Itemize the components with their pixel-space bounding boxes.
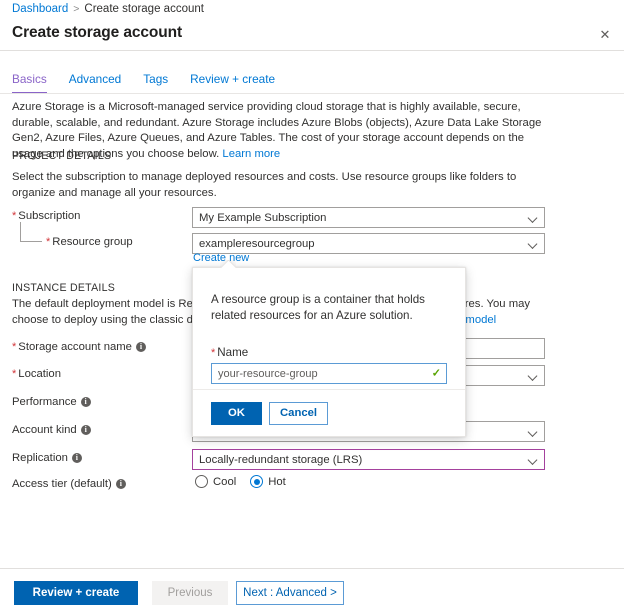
tab-review-create[interactable]: Review + create bbox=[190, 72, 275, 94]
label-subscription: * Subscription bbox=[12, 210, 80, 222]
page-title: Create storage account bbox=[12, 24, 183, 41]
info-icon[interactable]: i bbox=[71, 453, 82, 463]
previous-button: Previous bbox=[152, 580, 228, 605]
resource-group-name-input[interactable]: your-resource-group ✓ bbox=[211, 363, 447, 384]
ok-button[interactable]: OK bbox=[211, 401, 262, 425]
callout-body: A resource group is a container that hol… bbox=[193, 268, 465, 384]
required-indicator: * bbox=[12, 341, 17, 353]
breadcrumb: Dashboard > Create storage account bbox=[12, 3, 204, 15]
callout-arrow bbox=[220, 260, 236, 268]
label-location-text: Location bbox=[18, 368, 61, 380]
required-indicator: * bbox=[12, 368, 17, 380]
subscription-dropdown[interactable]: My Example Subscription bbox=[192, 207, 545, 228]
label-replication: Replication i bbox=[12, 452, 82, 464]
callout-name-label-text: Name bbox=[217, 346, 249, 359]
label-access-tier: Access tier (default) i bbox=[12, 478, 126, 490]
section-heading-instance-details: INSTANCE DETAILS bbox=[12, 282, 116, 294]
section-heading-project-details: PROJECT DETAILS bbox=[12, 150, 112, 162]
label-account-kind: Account kind i bbox=[12, 424, 91, 436]
required-indicator: * bbox=[12, 210, 17, 222]
access-tier-option-cool-label: Cool bbox=[213, 475, 237, 488]
replication-value: Locally-redundant storage (LRS) bbox=[199, 453, 363, 466]
label-resource-group: * Resource group bbox=[46, 236, 133, 248]
tab-bar: Basics Advanced Tags Review + create bbox=[12, 68, 297, 94]
label-storage-account-name-text: Storage account name bbox=[18, 341, 132, 353]
label-resource-group-text: Resource group bbox=[52, 236, 133, 248]
access-tier-radio-group: Cool Hot bbox=[195, 475, 286, 488]
label-storage-account-name: * Storage account name i bbox=[12, 341, 146, 353]
resource-group-value: exampleresourcegroup bbox=[199, 237, 315, 250]
tab-basics[interactable]: Basics bbox=[12, 72, 47, 94]
next-advanced-button[interactable]: Next : Advanced > bbox=[236, 580, 344, 605]
tab-tags[interactable]: Tags bbox=[143, 72, 168, 94]
subscription-value: My Example Subscription bbox=[199, 211, 327, 224]
callout-description: A resource group is a container that hol… bbox=[211, 293, 425, 322]
replication-dropdown[interactable]: Locally-redundant storage (LRS) bbox=[192, 449, 545, 470]
info-icon[interactable]: i bbox=[80, 425, 91, 435]
learn-more-link[interactable]: Learn more bbox=[222, 148, 280, 160]
access-tier-option-hot-label: Hot bbox=[268, 475, 286, 488]
access-tier-option-cool[interactable]: Cool bbox=[195, 475, 236, 488]
close-icon[interactable]: ✕ bbox=[594, 23, 616, 45]
tab-advanced[interactable]: Advanced bbox=[69, 72, 121, 94]
label-performance-text: Performance bbox=[12, 396, 77, 408]
breadcrumb-separator: > bbox=[73, 3, 80, 15]
create-storage-account-blade: Dashboard > Create storage account Create … bbox=[0, 0, 624, 616]
chevron-down-icon bbox=[529, 455, 538, 464]
label-location: * Location bbox=[12, 368, 61, 380]
label-performance: Performance i bbox=[12, 396, 91, 408]
info-icon[interactable]: i bbox=[135, 342, 146, 352]
label-access-tier-text: Access tier (default) bbox=[12, 478, 112, 490]
required-indicator: * bbox=[211, 347, 216, 359]
review-create-button[interactable]: Review + create bbox=[14, 580, 138, 605]
resource-group-name-value: your-resource-group bbox=[218, 367, 318, 380]
checkmark-valid-icon: ✓ bbox=[431, 367, 441, 379]
cancel-button[interactable]: Cancel bbox=[269, 401, 329, 425]
create-resource-group-callout: A resource group is a container that hol… bbox=[192, 267, 466, 437]
blade-title-bar: Create storage account ✕ bbox=[0, 18, 624, 51]
radio-circle-icon bbox=[195, 475, 208, 488]
chevron-down-icon bbox=[529, 371, 538, 380]
callout-footer: OK Cancel bbox=[193, 389, 465, 436]
label-account-kind-text: Account kind bbox=[12, 424, 77, 436]
resource-group-dropdown[interactable]: exampleresourcegroup bbox=[192, 233, 545, 254]
chevron-down-icon bbox=[529, 239, 538, 248]
resource-group-tree-connector bbox=[20, 222, 42, 242]
info-icon[interactable]: i bbox=[80, 397, 91, 407]
section-description-project-details: Select the subscription to manage deploy… bbox=[12, 171, 517, 199]
access-tier-option-hot[interactable]: Hot bbox=[250, 475, 286, 488]
label-replication-text: Replication bbox=[12, 452, 68, 464]
breadcrumb-dashboard-link[interactable]: Dashboard bbox=[12, 3, 68, 15]
required-indicator: * bbox=[46, 236, 51, 248]
radio-circle-selected-icon bbox=[250, 475, 264, 488]
tab-bar-divider bbox=[0, 93, 624, 94]
info-icon[interactable]: i bbox=[115, 479, 126, 489]
label-subscription-text: Subscription bbox=[18, 210, 81, 222]
chevron-down-icon bbox=[529, 427, 538, 436]
blade-footer: Review + create Previous Next : Advanced… bbox=[0, 569, 624, 616]
callout-name-label: * Name bbox=[211, 346, 447, 359]
breadcrumb-current: Create storage account bbox=[84, 3, 204, 15]
chevron-down-icon bbox=[529, 213, 538, 222]
